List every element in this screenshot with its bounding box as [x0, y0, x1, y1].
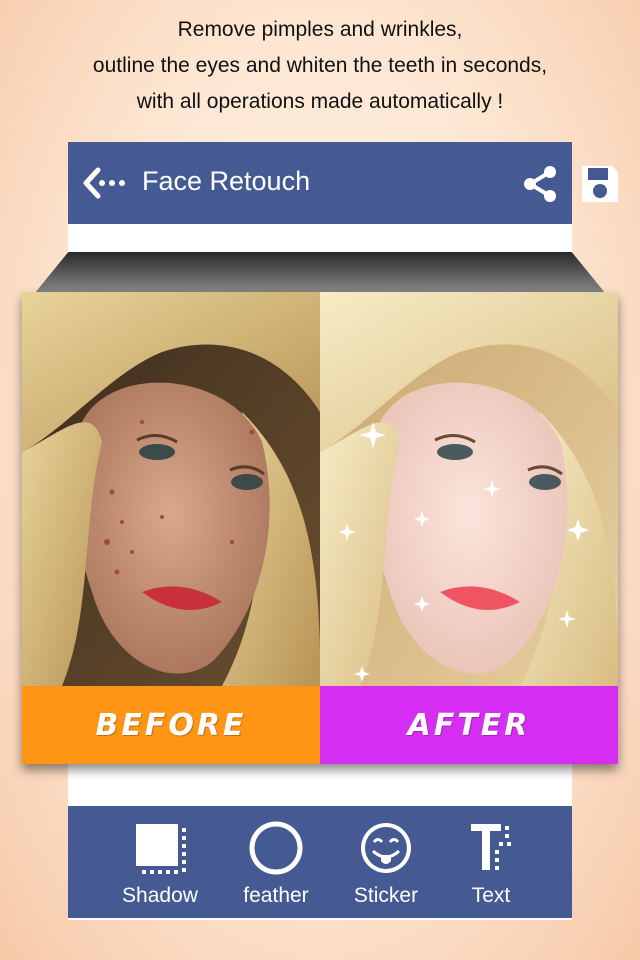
card-3d-edge: [34, 252, 606, 294]
promo-text: Remove pimples and wrinkles, outline the…: [0, 12, 640, 120]
sticker-icon: [361, 823, 411, 873]
tool-sticker[interactable]: Sticker: [331, 816, 441, 912]
tool-text-label: Text: [471, 884, 511, 907]
tool-feather[interactable]: feather: [221, 816, 331, 912]
save-icon[interactable]: [578, 162, 622, 206]
promo-line-2: outline the eyes and whiten the teeth in…: [92, 54, 548, 77]
tool-feather-label: feather: [243, 884, 309, 907]
share-icon[interactable]: [520, 164, 560, 204]
app-title: Face Retouch: [142, 166, 311, 196]
app-bar: Face Retouch: [68, 142, 618, 224]
tool-text[interactable]: Text: [436, 816, 546, 912]
text-icon: [471, 824, 511, 870]
after-label: AFTER: [320, 686, 618, 764]
promo-line-1: Remove pimples and wrinkles,: [177, 18, 463, 41]
tool-sticker-label: Sticker: [353, 884, 419, 907]
shadow-icon: [136, 824, 186, 874]
before-label: BEFORE: [22, 686, 320, 764]
back-arrow-icon[interactable]: [82, 166, 126, 200]
feather-icon: [249, 821, 303, 875]
tool-shadow[interactable]: Shadow: [105, 816, 215, 912]
tool-shadow-label: Shadow: [122, 884, 198, 907]
before-after-card: BEFORE AFTER: [22, 292, 618, 764]
before-photo: [22, 292, 320, 686]
bottom-toolbar: Shadow feather Sticker Text: [68, 806, 572, 918]
after-photo: [320, 292, 618, 686]
promo-line-3: with all operations made automatically !: [136, 90, 504, 113]
